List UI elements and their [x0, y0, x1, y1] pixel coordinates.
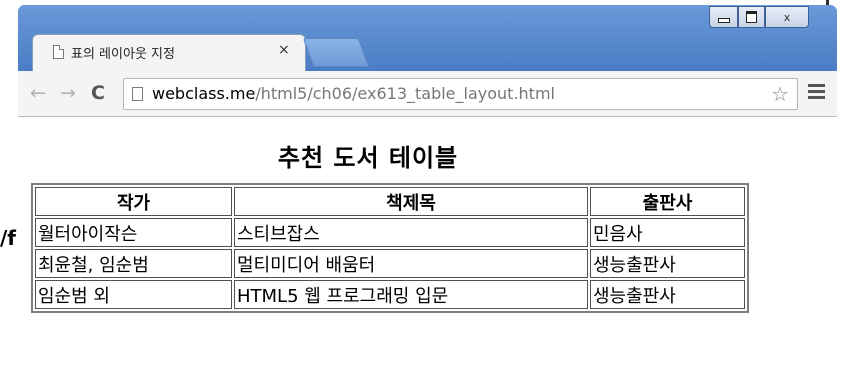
cell-publisher: 생능출판사 [590, 249, 745, 278]
browser-tab[interactable]: 표의 레이아웃 지정 × [32, 34, 306, 71]
window-controls: x [709, 6, 809, 28]
back-arrow-icon[interactable]: ← [30, 82, 46, 104]
bookmark-star-icon[interactable]: ☆ [771, 82, 789, 106]
cell-author: 최윤철, 임순범 [35, 249, 232, 278]
table-row: 임순범 외 HTML5 웹 프로그래밍 입문 생능출판사 [35, 280, 745, 309]
forward-arrow-icon[interactable]: → [60, 82, 76, 104]
url-path: /html5/ch06/ex613_table_layout.html [255, 84, 555, 103]
table-row: 월터아이작슨 스티브잡스 민음사 [35, 218, 745, 247]
url-host: webclass.me [152, 84, 256, 103]
cell-author: 월터아이작슨 [35, 218, 232, 247]
reload-icon[interactable]: C [91, 82, 105, 104]
close-window-button[interactable]: x [765, 6, 809, 28]
cell-title: 멀티미디어 배움터 [234, 249, 588, 278]
background-partial-text: /f [0, 226, 17, 250]
page-icon [132, 87, 143, 101]
cell-publisher: 생능출판사 [590, 280, 745, 309]
cell-title: 스티브잡스 [234, 218, 588, 247]
minimize-button[interactable] [709, 6, 738, 28]
page-content: 추천 도서 테이블 작가 책제목 출판사 월터아이작슨 스티브잡스 민음사 최윤… [18, 117, 837, 377]
close-icon: x [783, 10, 791, 24]
browser-toolbar: ← → C webclass.me/html5/ch06/ex613_table… [18, 71, 837, 117]
page-title: 추천 도서 테이블 [277, 144, 459, 172]
header-publisher: 출판사 [590, 187, 745, 216]
header-author: 작가 [35, 187, 232, 216]
cell-publisher: 민음사 [590, 218, 745, 247]
cell-author: 임순범 외 [35, 280, 232, 309]
cell-title: HTML5 웹 프로그래밍 입문 [234, 280, 588, 309]
header-title: 책제목 [234, 187, 588, 216]
page-icon [53, 45, 64, 59]
url-text[interactable]: webclass.me/html5/ch06/ex613_table_layou… [152, 84, 555, 104]
maximize-icon [746, 11, 757, 23]
address-bar[interactable]: webclass.me/html5/ch06/ex613_table_layou… [123, 78, 798, 110]
menu-icon[interactable] [808, 84, 825, 102]
close-tab-icon[interactable]: × [278, 42, 290, 58]
table-row: 최윤철, 임순범 멀티미디어 배움터 생능출판사 [35, 249, 745, 278]
minimize-icon [717, 17, 730, 23]
tab-title: 표의 레이아웃 지정 [71, 47, 175, 62]
book-table: 작가 책제목 출판사 월터아이작슨 스티브잡스 민음사 최윤철, 임순범 멀티미… [31, 183, 749, 313]
browser-window: 표의 레이아웃 지정 × x ← → C webclass.me/html5/c… [18, 5, 837, 377]
new-tab-button[interactable] [302, 38, 370, 67]
table-header-row: 작가 책제목 출판사 [35, 187, 745, 216]
maximize-button[interactable] [738, 6, 765, 28]
